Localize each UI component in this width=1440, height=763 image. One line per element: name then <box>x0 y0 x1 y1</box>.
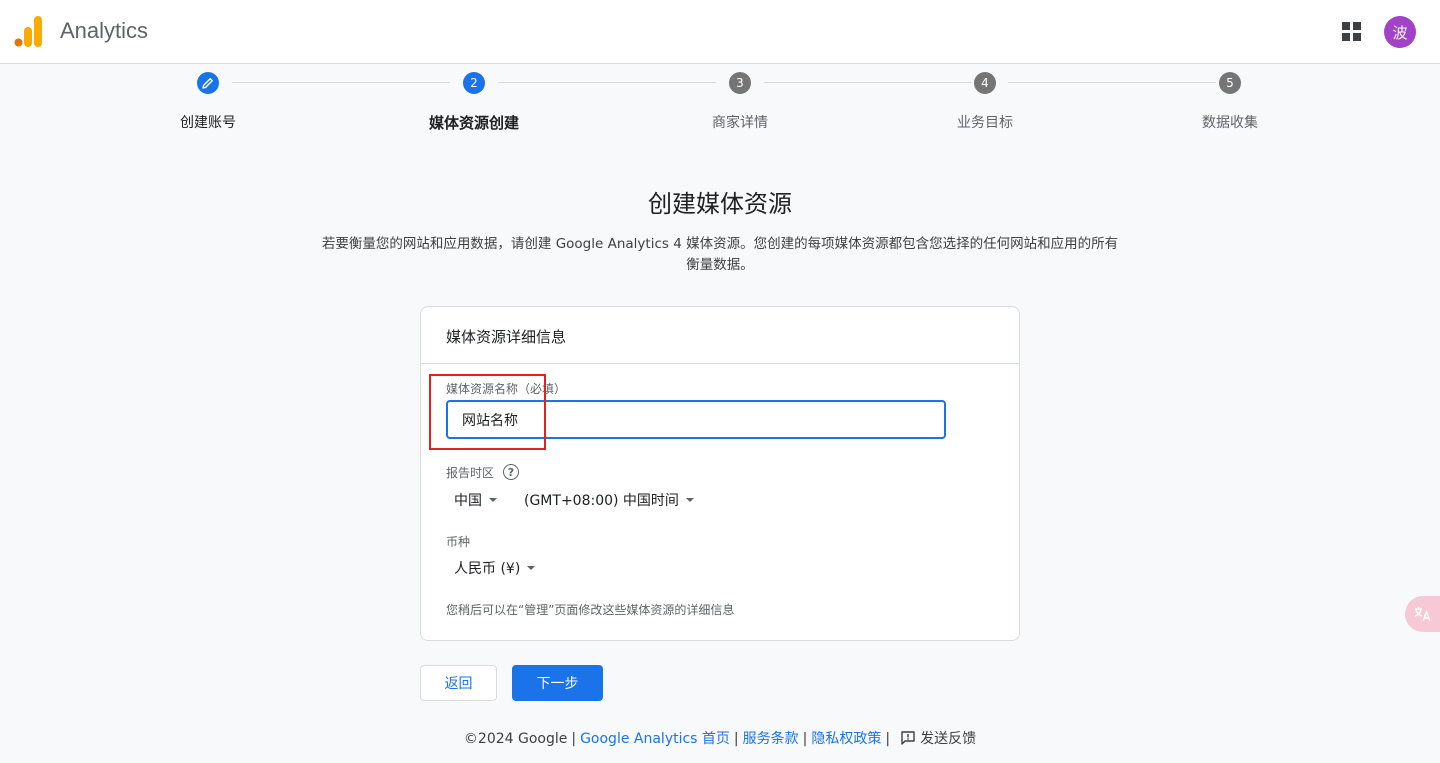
step-1-label[interactable]: 创建账号 <box>180 112 236 132</box>
translate-glyph-icon <box>1414 607 1431 622</box>
currency-select[interactable]: 人民币 (¥) <box>454 558 536 578</box>
app-title: Analytics <box>60 18 149 43</box>
property-name-label: 媒体资源名称（必填） <box>446 382 567 396</box>
step-4-label: 业务目标 <box>957 115 1013 131</box>
country-value: 中国 <box>454 493 482 509</box>
caret-down-icon <box>527 566 536 570</box>
country-select[interactable]: 中国 <box>454 490 497 510</box>
step-connector <box>498 82 716 83</box>
timezone-select[interactable]: (GMT+08:00) 中国时间 <box>524 490 694 510</box>
step-5-label: 数据收集 <box>1202 115 1258 131</box>
analytics-logo-icon[interactable] <box>14 16 42 47</box>
card-note: 您稍后可以在“管理”页面修改这些媒体资源的详细信息 <box>446 603 735 617</box>
next-button[interactable]: 下一步 <box>512 665 603 701</box>
progress-stepper: 创建账号 2 媒体资源创建 3 商家详情 4 业务目标 5 数据收集 <box>0 64 1440 154</box>
feedback-link[interactable]: 发送反馈 <box>920 731 976 747</box>
property-details-card: 媒体资源详细信息 媒体资源名称（必填） 报告时区 ? 中国 (GMT+08:00… <box>420 306 1020 641</box>
timezone-value: (GMT+08:00) 中国时间 <box>524 493 679 509</box>
page-title: 创建媒体资源 <box>648 190 792 218</box>
copyright-text: ©2024 Google <box>463 731 568 747</box>
step-4-number: 4 <box>974 72 996 94</box>
currency-value: 人民币 (¥) <box>454 561 521 577</box>
timezone-label: 报告时区 <box>446 466 495 480</box>
step-connector <box>232 82 450 83</box>
footer-separator: | <box>733 731 739 747</box>
terms-link[interactable]: 服务条款 <box>743 731 799 747</box>
card-title: 媒体资源详细信息 <box>421 307 1019 364</box>
top-app-bar: Analytics 波 <box>0 0 1440 64</box>
footer-separator: | <box>802 731 808 747</box>
feedback-icon[interactable] <box>900 730 916 746</box>
caret-down-icon <box>685 498 694 502</box>
footer-separator: | <box>885 731 891 747</box>
property-name-input[interactable] <box>446 400 946 439</box>
footer: ©2024 Google | Google Analytics 首页 | 服务条款 | 隐私… <box>0 728 1440 748</box>
step-2-number: 2 <box>463 72 485 94</box>
account-avatar[interactable]: 波 <box>1384 16 1416 48</box>
privacy-link[interactable]: 隐私权政策 <box>811 731 881 747</box>
caret-down-icon <box>489 498 497 502</box>
step-5-number: 5 <box>1219 72 1241 94</box>
step-connector <box>764 82 972 83</box>
currency-label: 币种 <box>446 535 471 549</box>
step-3-label: 商家详情 <box>712 115 768 131</box>
analytics-home-link[interactable]: Google Analytics 首页 <box>580 731 730 747</box>
step-connector <box>1008 82 1216 83</box>
footer-separator: | <box>571 731 577 747</box>
apps-grid-icon[interactable] <box>1342 22 1362 42</box>
page-description: 若要衡量您的网站和应用数据，请创建 Google Analytics 4 媒体资… <box>321 236 1119 273</box>
step-1-edit-icon[interactable] <box>197 72 219 94</box>
back-button[interactable]: 返回 <box>420 665 497 701</box>
translate-icon[interactable] <box>1405 596 1440 632</box>
step-3-number: 3 <box>729 72 751 94</box>
help-icon[interactable]: ? <box>503 464 519 480</box>
step-2-label: 媒体资源创建 <box>428 114 520 132</box>
